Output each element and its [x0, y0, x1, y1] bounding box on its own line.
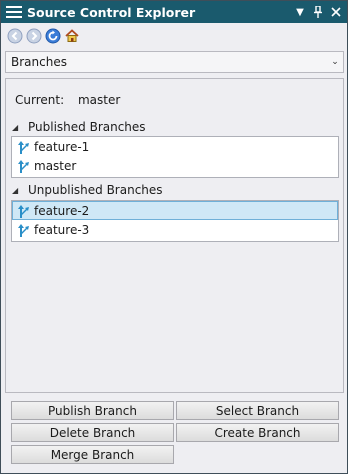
- list-item[interactable]: feature-1: [12, 137, 338, 156]
- forward-icon[interactable]: [25, 27, 43, 45]
- delete-branch-button[interactable]: Delete Branch: [11, 423, 174, 442]
- menu-icon[interactable]: [6, 6, 22, 18]
- collapse-triangle-icon[interactable]: ◢: [12, 123, 22, 132]
- published-branches-title: Published Branches: [28, 120, 146, 134]
- branch-label: master: [34, 158, 77, 173]
- branch-label: feature-2: [34, 203, 90, 218]
- refresh-icon[interactable]: [44, 27, 62, 45]
- branch-label: feature-1: [34, 139, 90, 154]
- current-branch: Current: master: [15, 93, 120, 107]
- published-branches-list: feature-1 master: [11, 136, 339, 178]
- home-icon[interactable]: [63, 27, 81, 45]
- back-icon[interactable]: [6, 27, 24, 45]
- branches-panel: Current: master ◢ Published Branches fea…: [5, 78, 344, 393]
- current-branch-label: Current:: [15, 93, 65, 107]
- branch-icon: [18, 223, 29, 237]
- create-branch-button[interactable]: Create Branch: [176, 423, 339, 442]
- unpublished-branches-title: Unpublished Branches: [28, 183, 163, 197]
- merge-branch-button[interactable]: Merge Branch: [11, 445, 174, 464]
- branch-label: feature-3: [34, 222, 90, 237]
- title-bar: Source Control Explorer ▼: [1, 1, 347, 23]
- source-control-explorer-window: Source Control Explorer ▼ Branches ⌄ Cur…: [0, 0, 348, 474]
- list-item[interactable]: feature-3: [12, 220, 338, 239]
- close-icon[interactable]: [329, 5, 343, 19]
- published-branches-header[interactable]: ◢ Published Branches: [12, 120, 146, 134]
- dropdown-icon[interactable]: ▼: [293, 5, 307, 19]
- current-branch-value: master: [77, 93, 121, 107]
- view-dropdown[interactable]: Branches ⌄: [5, 51, 344, 73]
- publish-branch-button[interactable]: Publish Branch: [11, 401, 174, 420]
- view-dropdown-value: Branches: [11, 55, 67, 69]
- branch-icon: [18, 159, 29, 173]
- branch-icon: [18, 140, 29, 154]
- branch-icon: [18, 204, 29, 218]
- toolbar: [1, 24, 347, 48]
- chevron-down-icon[interactable]: ⌄: [327, 57, 343, 67]
- list-item[interactable]: master: [12, 156, 338, 175]
- window-title: Source Control Explorer: [27, 4, 196, 20]
- list-item-selected[interactable]: feature-2: [12, 201, 338, 220]
- pin-icon[interactable]: [311, 5, 325, 19]
- collapse-triangle-icon[interactable]: ◢: [12, 186, 22, 195]
- unpublished-branches-header[interactable]: ◢ Unpublished Branches: [12, 183, 163, 197]
- select-branch-button[interactable]: Select Branch: [176, 401, 339, 420]
- unpublished-branches-list: feature-2 feature-3: [11, 200, 339, 242]
